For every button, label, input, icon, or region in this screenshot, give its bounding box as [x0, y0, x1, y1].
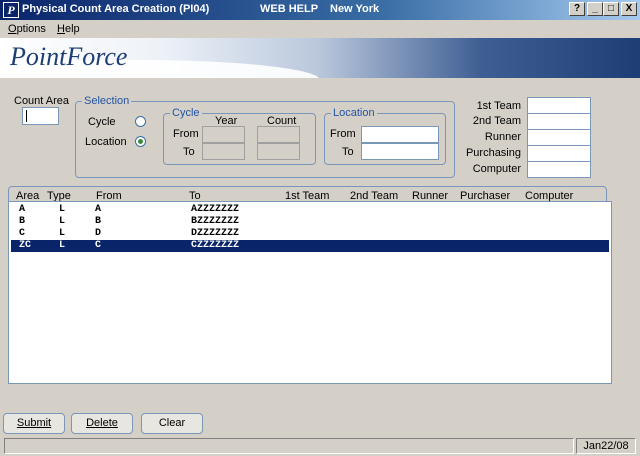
location-radio-label: Location [85, 136, 127, 148]
logo-word-point: Point [10, 42, 67, 71]
delete-label: Delete [86, 417, 118, 429]
table-row-selected[interactable]: ZC L C CZZZZZZZ [11, 240, 609, 252]
cycle-count-from-input [257, 126, 300, 143]
runner-label: Runner [484, 131, 521, 143]
cell-area: B [19, 216, 26, 227]
cell-to: AZZZZZZZ [191, 204, 240, 215]
count-area-input[interactable] [22, 107, 59, 125]
delete-button[interactable]: Delete [71, 413, 133, 434]
text-cursor [26, 110, 27, 122]
logo-word-force: Force [66, 42, 128, 71]
cell-area: ZC [19, 240, 32, 251]
table-row[interactable]: A L A AZZZZZZZ [11, 204, 609, 216]
location-to-input[interactable] [361, 143, 439, 160]
submit-label: Submit [16, 417, 52, 429]
runner-input[interactable] [527, 129, 591, 146]
location-to-label: To [342, 146, 354, 158]
first-team-input[interactable] [527, 97, 591, 114]
cell-from: D [95, 228, 102, 239]
menu-options[interactable]: Options [8, 23, 46, 35]
help-button[interactable]: ? [569, 2, 585, 16]
table-header: Area Type From To 1st Team 2nd Team Runn… [8, 186, 607, 202]
web-help-link[interactable]: WEB HELP [260, 3, 318, 15]
cell-type: L [59, 204, 66, 215]
menu-help[interactable]: Help [57, 23, 80, 35]
cycle-from-label: From [173, 128, 199, 140]
cycle-legend: Cycle [170, 107, 202, 119]
location-from-label: From [330, 128, 356, 140]
menu-bar: Options Help [0, 20, 640, 38]
second-team-input[interactable] [527, 113, 591, 130]
brand-banner: PointForce [0, 38, 640, 78]
cell-from: B [95, 216, 102, 227]
cell-area: A [19, 204, 26, 215]
selection-legend: Selection [82, 95, 132, 107]
cell-to: DZZZZZZZ [191, 228, 240, 239]
table-row[interactable]: C L D DZZZZZZZ [11, 228, 609, 240]
cell-to: BZZZZZZZ [191, 216, 240, 227]
pointforce-logo: PointForce [10, 42, 127, 72]
clear-button[interactable]: Clear [141, 413, 203, 434]
clear-label: Clear [158, 417, 186, 429]
cell-from: A [95, 204, 102, 215]
count-area-label: Count Area [14, 95, 70, 107]
cycle-radio[interactable] [135, 116, 146, 127]
minimize-button[interactable]: _ [587, 2, 603, 16]
maximize-button[interactable]: □ [603, 2, 619, 16]
location-from-input[interactable] [361, 126, 439, 143]
computer-label: Computer [472, 163, 521, 175]
purchasing-input[interactable] [527, 145, 591, 162]
app-icon[interactable]: P [3, 2, 19, 18]
second-team-label: 2nd Team [472, 115, 521, 127]
purchasing-label: Purchasing [465, 147, 521, 159]
table-row[interactable]: B L B BZZZZZZZ [11, 216, 609, 228]
submit-button[interactable]: Submit [3, 413, 65, 434]
window-title: Physical Count Area Creation (PI04) [22, 3, 210, 15]
cell-type: L [59, 240, 66, 251]
cell-to: CZZZZZZZ [191, 240, 240, 251]
location-label: New York [330, 3, 380, 15]
count-area-list[interactable]: A L A AZZZZZZZ B L B BZZZZZZZ C L D DZZZ… [8, 201, 612, 384]
status-message-panel [4, 438, 574, 454]
cycle-to-label: To [183, 146, 195, 158]
location-legend: Location [331, 107, 377, 119]
cell-from: C [95, 240, 102, 251]
location-radio[interactable] [135, 136, 146, 147]
cell-type: L [59, 216, 66, 227]
cycle-year-from-input [202, 126, 245, 143]
close-button[interactable]: X [621, 2, 637, 16]
title-bar: P Physical Count Area Creation (PI04) WE… [0, 0, 640, 20]
first-team-label: 1st Team [476, 100, 521, 112]
cell-area: C [19, 228, 26, 239]
status-date: Jan22/08 [576, 438, 636, 454]
cell-type: L [59, 228, 66, 239]
computer-input[interactable] [527, 161, 591, 178]
cycle-year-to-input [202, 143, 245, 160]
cycle-count-to-input [257, 143, 300, 160]
cycle-radio-label: Cycle [88, 116, 116, 128]
status-bar: Jan22/08 [4, 438, 636, 454]
